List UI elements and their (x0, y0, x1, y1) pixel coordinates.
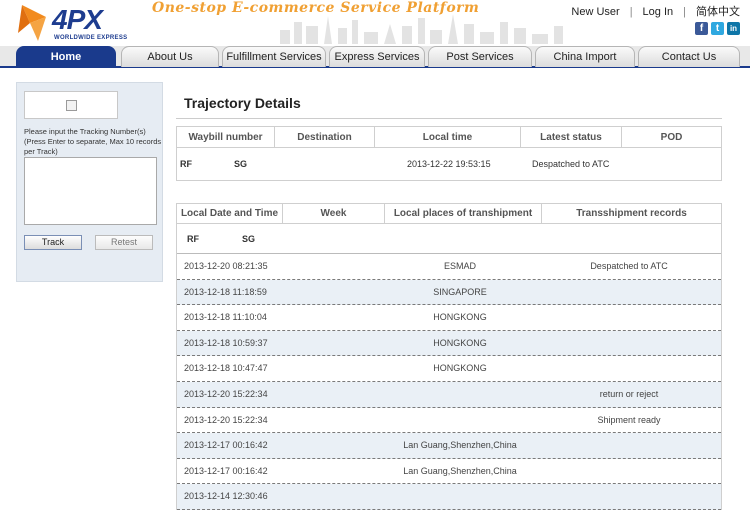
language-link[interactable]: 简体中文 (696, 3, 740, 19)
facebook-icon[interactable]: f (695, 22, 708, 35)
col-week: Week (283, 204, 385, 224)
login-link[interactable]: Log In (643, 6, 674, 18)
row-date: 2013-12-20 08:21:35 (184, 261, 268, 271)
tracking-id-suffix: SG (242, 234, 256, 244)
row-place: ESMAD (443, 261, 476, 271)
table-row: 2013-12-18 10:59:37 HONGKONG (177, 330, 721, 357)
row-record: Despatched to ATC (590, 261, 668, 271)
row-date: 2013-12-20 15:22:34 (184, 388, 268, 399)
waybill-prefix: RF (180, 159, 192, 169)
row-place: Lan Guang,Shenzhen,China (403, 440, 517, 451)
summary-status: Despatched to ATC (532, 159, 610, 169)
summary-row: RF SG 2013-12-22 19:53:15 Despatched to … (177, 149, 721, 181)
tab-china-import[interactable]: China Import (535, 46, 635, 67)
col-destination: Destination (275, 127, 375, 148)
col-pod: POD (660, 132, 683, 143)
logo-mark-icon (18, 5, 46, 41)
trajectory-header-row: Local Date and Time Week Local places of… (177, 204, 721, 224)
tab-fulfillment-services[interactable]: Fulfillment Services (222, 46, 326, 67)
row-date: 2013-12-18 10:47:47 (184, 363, 268, 374)
row-date: 2013-12-18 11:18:59 (184, 286, 267, 297)
col-latest-status: Latest status (521, 127, 622, 148)
row-date: 2013-12-17 00:16:42 (184, 440, 268, 451)
row-date: 2013-12-18 11:10:04 (184, 312, 267, 323)
row-record: Shipment ready (597, 414, 661, 425)
table-row: 2013-12-18 11:10:04 HONGKONG (177, 305, 721, 331)
waybill-suffix: SG (234, 159, 248, 169)
table-row: 2013-12-18 11:18:59 SINGAPORE (177, 279, 721, 306)
banner-image-placeholder (24, 91, 118, 119)
table-row: 2013-12-20 08:21:35 ESMAD Despatched to … (177, 254, 721, 280)
linkedin-icon[interactable]: in (727, 22, 740, 35)
col-waybill-number: Waybill number (177, 127, 275, 148)
col-transhipment-place: Local places of transhipment (385, 204, 542, 224)
twitter-icon[interactable]: t (711, 22, 724, 35)
row-place: HONGKONG (433, 363, 487, 374)
track-button[interactable]: Track (24, 235, 82, 250)
tracking-id-prefix: RF (187, 234, 199, 244)
logo-subtitle: WORLDWIDE EXPRESS (54, 35, 128, 41)
tracking-sidebar: Please input the Tracking Number(s) (Pre… (16, 82, 163, 282)
col-local-date-time: Local Date and Time (177, 204, 283, 224)
table-row: 2013-12-20 15:22:34 return or reject (177, 381, 721, 408)
row-place: SINGAPORE (433, 286, 487, 297)
reset-button[interactable]: Retest (95, 235, 153, 250)
row-record: return or reject (599, 388, 659, 399)
row-place: HONGKONG (433, 337, 487, 348)
logo-text: 4PX (52, 4, 103, 35)
table-row: 2013-12-17 00:16:42 Lan Guang,Shenzhen,C… (177, 459, 721, 485)
row-date: 2013-12-17 00:16:42 (184, 465, 268, 476)
row-place: Lan Guang,Shenzhen,China (403, 465, 517, 476)
row-date: 2013-12-20 15:22:34 (184, 414, 268, 425)
tracking-number-input[interactable] (24, 157, 157, 225)
tracking-hint: Please input the Tracking Number(s) (Pre… (24, 127, 162, 156)
summary-local-time: 2013-12-22 19:53:15 (407, 159, 491, 169)
trajectory-rows: 2013-12-20 08:21:35 ESMAD Despatched to … (177, 254, 721, 510)
trajectory-table: Local Date and Time Week Local places of… (176, 203, 722, 510)
summary-table: Waybill number Destination Local time La… (176, 126, 722, 181)
main-navigation: Home About Us Fulfillment Services Expre… (0, 46, 750, 68)
summary-header-row: Waybill number Destination Local time La… (177, 127, 721, 148)
page-title: Trajectory Details (184, 95, 301, 111)
tab-post-services[interactable]: Post Services (428, 46, 532, 67)
title-divider (176, 118, 722, 119)
broken-image-icon (66, 100, 77, 111)
tracking-id-row: RF SG (177, 225, 721, 254)
table-row: 2013-12-18 10:47:47 HONGKONG (177, 356, 721, 382)
row-date: 2013-12-14 12:30:46 (184, 491, 268, 502)
link-separator: | (683, 6, 686, 18)
tab-contact-us[interactable]: Contact Us (638, 46, 740, 67)
col-transshipment-records: Transshipment records (576, 208, 687, 219)
link-separator: | (629, 6, 633, 18)
tab-home[interactable]: Home (16, 46, 116, 67)
table-row: 2013-12-17 00:16:42 Lan Guang,Shenzhen,C… (177, 433, 721, 459)
top-links: New User | Log In | 简体中文 (571, 3, 740, 19)
brand-logo[interactable]: 4PX WORLDWIDE EXPRESS (16, 3, 128, 43)
col-local-time: Local time (375, 127, 521, 148)
table-row: 2013-12-14 12:30:46 (177, 484, 721, 510)
row-place: HONGKONG (433, 312, 487, 323)
row-date: 2013-12-18 10:59:37 (184, 337, 268, 348)
table-row: 2013-12-20 15:22:34 Shipment ready (177, 408, 721, 434)
tab-express-services[interactable]: Express Services (329, 46, 425, 67)
tab-about-us[interactable]: About Us (121, 46, 219, 67)
skyline-illustration (280, 14, 563, 44)
new-user-link[interactable]: New User (571, 6, 619, 18)
site-header: 4PX WORLDWIDE EXPRESS One-stop E-commerc… (0, 0, 750, 46)
